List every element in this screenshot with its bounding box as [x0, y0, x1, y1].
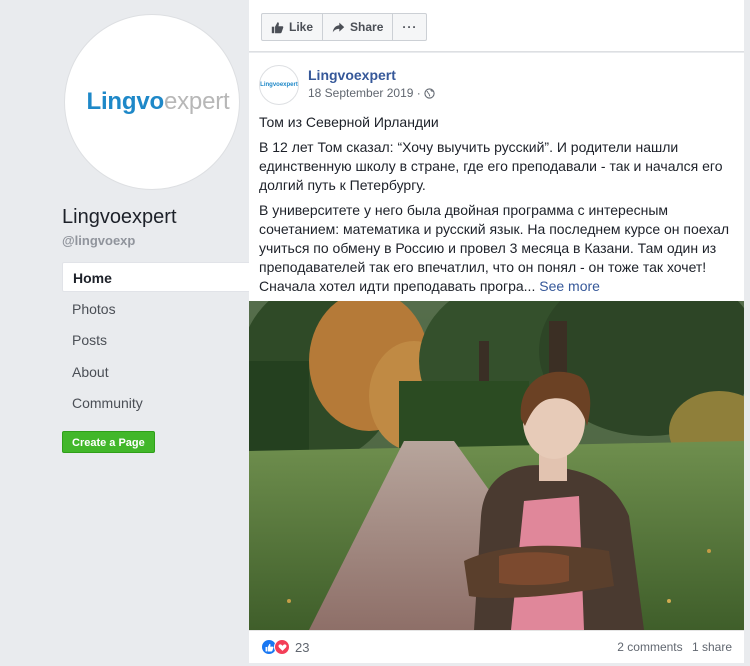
love-reaction-icon [274, 639, 290, 655]
post-photo[interactable] [249, 301, 744, 630]
comments-count-link[interactable]: 2 comments [617, 640, 682, 654]
reaction-count: 23 [295, 639, 310, 655]
post-text: Том из Северной Ирландии В 12 лет Том ск… [259, 113, 737, 302]
ellipsis-icon: ··· [402, 20, 418, 34]
photo-illustration [249, 301, 744, 630]
post-date-row: 18 September 2019 · [308, 86, 435, 100]
thumbs-up-icon [271, 21, 284, 33]
post-paragraph-1: В 12 лет Том сказал: “Хочу выучить русск… [259, 139, 723, 193]
page-nav: Home Photos Posts About Community [62, 262, 257, 420]
see-more-link[interactable]: See more [539, 278, 600, 294]
more-options-button[interactable]: ··· [393, 14, 426, 40]
nav-item-community[interactable]: Community [62, 388, 257, 418]
like-label: Like [289, 20, 314, 34]
nav-item-posts[interactable]: Posts [62, 325, 257, 355]
post-paragraph-2: В университете у него была двойная прогр… [259, 202, 730, 294]
post-title: Том из Северной Ирландии [259, 114, 439, 130]
nav-item-home[interactable]: Home [62, 262, 257, 292]
post-card: Lingvoexpert Lingvoexpert 18 September 2… [249, 53, 744, 663]
page-name[interactable]: Lingvoexpert [62, 206, 177, 229]
shares-count-link[interactable]: 1 share [692, 640, 732, 654]
logo-part-expert: expert [163, 88, 230, 115]
page-action-bar: Like Share ··· [249, 0, 744, 52]
create-page-button[interactable]: Create a Page [62, 431, 155, 453]
globe-icon [424, 87, 435, 99]
avatar-logo-text: Lingvoexpert [260, 82, 298, 88]
logo-part-lingvo: Lingvo [86, 88, 165, 115]
profile-picture[interactable]: Lingvoexpert [64, 14, 240, 190]
share-arrow-icon [332, 22, 345, 32]
post-paragraph-2-wrap: В университете у него была двойная прогр… [259, 201, 737, 296]
post-meta-counts: 2 comments 1 share [611, 640, 732, 654]
post-date[interactable]: 18 September 2019 · [308, 86, 421, 100]
nav-item-about[interactable]: About [62, 357, 257, 387]
like-page-button[interactable]: Like [262, 14, 324, 40]
page-handle[interactable]: @lingvoexp [62, 233, 135, 248]
post-header: Lingvoexpert Lingvoexpert 18 September 2… [259, 65, 435, 105]
post-avatar[interactable]: Lingvoexpert [259, 65, 299, 105]
post-header-text: Lingvoexpert 18 September 2019 · [308, 67, 435, 105]
facebook-page: Lingvoexpert Lingvoexpert @lingvoexp Hom… [0, 0, 750, 666]
action-button-group: Like Share ··· [261, 13, 428, 41]
reactions-summary[interactable]: 23 [261, 639, 309, 655]
post-author[interactable]: Lingvoexpert [308, 67, 435, 83]
page-sidebar: Lingvoexpert Lingvoexpert @lingvoexp Hom… [20, 0, 257, 666]
brand-logo: Lingvoexpert [87, 88, 230, 116]
share-page-button[interactable]: Share [323, 14, 394, 40]
post-footer: 23 2 comments 1 share [249, 630, 744, 663]
share-label: Share [350, 20, 384, 34]
nav-item-photos[interactable]: Photos [62, 294, 257, 324]
